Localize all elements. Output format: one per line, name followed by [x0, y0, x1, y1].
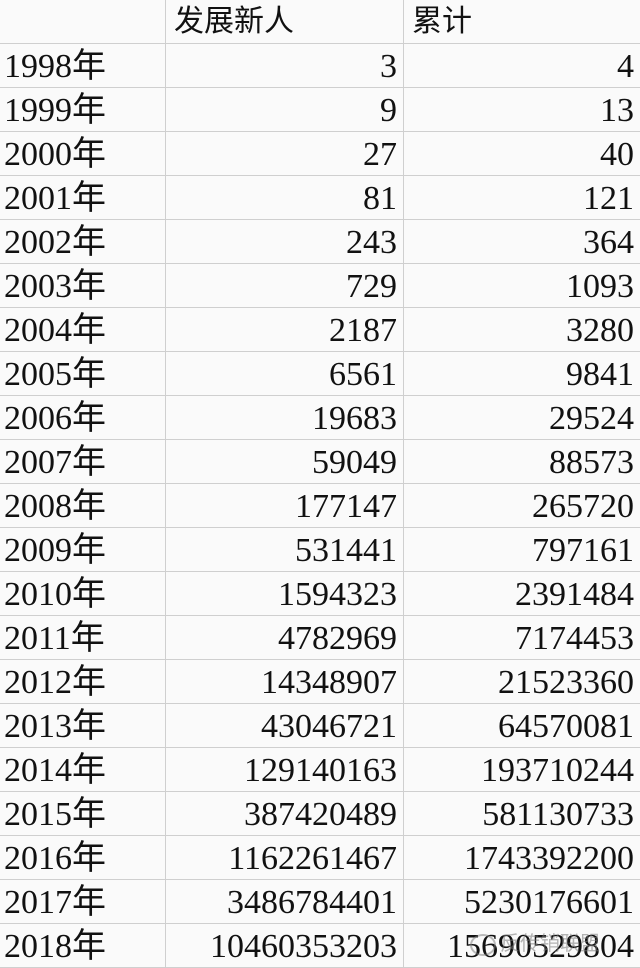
cumulative-cell[interactable]: 21523360 — [403, 660, 640, 703]
header-row: 发展新人 累计 — [0, 0, 640, 44]
year-cell[interactable]: 2015年 — [0, 792, 165, 835]
new-members-cell[interactable]: 387420489 — [165, 792, 403, 835]
header-cell-cumulative[interactable]: 累计 — [403, 0, 640, 43]
table-row: 2002年 243 364 — [0, 220, 640, 264]
cumulative-cell[interactable]: 1093 — [403, 264, 640, 307]
year-cell[interactable]: 2012年 — [0, 660, 165, 703]
year-cell[interactable]: 2003年 — [0, 264, 165, 307]
table-row: 2007年 59049 88573 — [0, 440, 640, 484]
new-members-cell[interactable]: 177147 — [165, 484, 403, 527]
year-cell[interactable]: 2014年 — [0, 748, 165, 791]
table-row: 2016年 1162261467 1743392200 — [0, 836, 640, 880]
year-cell[interactable]: 2008年 — [0, 484, 165, 527]
new-members-cell[interactable]: 81 — [165, 176, 403, 219]
year-cell[interactable]: 2005年 — [0, 352, 165, 395]
cumulative-cell[interactable]: 40 — [403, 132, 640, 175]
spreadsheet: 发展新人 累计 1998年 3 4 1999年 9 13 2000年 27 40 2001年 81 1… — [0, 0, 640, 968]
year-cell[interactable]: 2017年 — [0, 880, 165, 923]
new-members-cell[interactable]: 19683 — [165, 396, 403, 439]
table-row: 2010年 1594323 2391484 — [0, 572, 640, 616]
new-members-cell[interactable]: 3 — [165, 44, 403, 87]
new-members-cell[interactable]: 1162261467 — [165, 836, 403, 879]
table-row: 1998年 3 4 — [0, 44, 640, 88]
new-members-cell[interactable]: 43046721 — [165, 704, 403, 747]
year-cell[interactable]: 2006年 — [0, 396, 165, 439]
year-cell[interactable]: 2004年 — [0, 308, 165, 351]
new-members-cell[interactable]: 27 — [165, 132, 403, 175]
table-row: 2004年 2187 3280 — [0, 308, 640, 352]
new-members-cell[interactable]: 729 — [165, 264, 403, 307]
new-members-cell[interactable]: 14348907 — [165, 660, 403, 703]
table-row: 2006年 19683 29524 — [0, 396, 640, 440]
cumulative-cell[interactable]: 265720 — [403, 484, 640, 527]
table-row: 2000年 27 40 — [0, 132, 640, 176]
cumulative-cell[interactable]: 29524 — [403, 396, 640, 439]
cumulative-cell[interactable]: 5230176601 — [403, 880, 640, 923]
watermark-text: 反传销联盟 — [500, 931, 600, 955]
table-row: 2015年 387420489 581130733 — [0, 792, 640, 836]
cumulative-cell[interactable]: 193710244 — [403, 748, 640, 791]
new-members-cell[interactable]: 9 — [165, 88, 403, 131]
new-members-cell[interactable]: 243 — [165, 220, 403, 263]
table-row: 2003年 729 1093 — [0, 264, 640, 308]
new-members-cell[interactable]: 1594323 — [165, 572, 403, 615]
cumulative-cell[interactable]: 4 — [403, 44, 640, 87]
cumulative-cell[interactable]: 121 — [403, 176, 640, 219]
year-cell[interactable]: 2001年 — [0, 176, 165, 219]
cumulative-cell[interactable]: 9841 — [403, 352, 640, 395]
year-cell[interactable]: 2013年 — [0, 704, 165, 747]
year-cell[interactable]: 2002年 — [0, 220, 165, 263]
year-cell[interactable]: 2000年 — [0, 132, 165, 175]
table-row: 2005年 6561 9841 — [0, 352, 640, 396]
year-cell[interactable]: 1998年 — [0, 44, 165, 87]
cumulative-cell[interactable]: 3280 — [403, 308, 640, 351]
cumulative-cell[interactable]: 7174453 — [403, 616, 640, 659]
table-row: 2012年 14348907 21523360 — [0, 660, 640, 704]
cumulative-cell[interactable]: 64570081 — [403, 704, 640, 747]
year-cell[interactable]: 2016年 — [0, 836, 165, 879]
cumulative-cell[interactable]: 364 — [403, 220, 640, 263]
new-members-cell[interactable]: 129140163 — [165, 748, 403, 791]
table-row: 2001年 81 121 — [0, 176, 640, 220]
cumulative-cell[interactable]: 2391484 — [403, 572, 640, 615]
table-row: 2014年 129140163 193710244 — [0, 748, 640, 792]
wechat-icon — [470, 933, 496, 956]
table-row: 2009年 531441 797161 — [0, 528, 640, 572]
table-row: 2011年 4782969 7174453 — [0, 616, 640, 660]
cumulative-cell[interactable]: 88573 — [403, 440, 640, 483]
new-members-cell[interactable]: 59049 — [165, 440, 403, 483]
header-cell-new-members[interactable]: 发展新人 — [165, 0, 403, 43]
watermark: 反传销联盟 — [470, 926, 635, 960]
table-row: 2013年 43046721 64570081 — [0, 704, 640, 748]
year-cell[interactable]: 2009年 — [0, 528, 165, 571]
header-cell-year[interactable] — [0, 0, 165, 43]
table-row: 2017年 3486784401 5230176601 — [0, 880, 640, 924]
year-cell[interactable]: 2011年 — [0, 616, 165, 659]
cumulative-cell[interactable]: 797161 — [403, 528, 640, 571]
new-members-cell[interactable]: 6561 — [165, 352, 403, 395]
year-cell[interactable]: 2007年 — [0, 440, 165, 483]
new-members-cell[interactable]: 3486784401 — [165, 880, 403, 923]
new-members-cell[interactable]: 531441 — [165, 528, 403, 571]
table-row: 1999年 9 13 — [0, 88, 640, 132]
cumulative-cell[interactable]: 13 — [403, 88, 640, 131]
table-row: 2008年 177147 265720 — [0, 484, 640, 528]
year-cell[interactable]: 1999年 — [0, 88, 165, 131]
year-cell[interactable]: 2018年 — [0, 924, 165, 967]
cumulative-cell[interactable]: 1743392200 — [403, 836, 640, 879]
new-members-cell[interactable]: 4782969 — [165, 616, 403, 659]
new-members-cell[interactable]: 10460353203 — [165, 924, 403, 967]
new-members-cell[interactable]: 2187 — [165, 308, 403, 351]
cumulative-cell[interactable]: 581130733 — [403, 792, 640, 835]
year-cell[interactable]: 2010年 — [0, 572, 165, 615]
